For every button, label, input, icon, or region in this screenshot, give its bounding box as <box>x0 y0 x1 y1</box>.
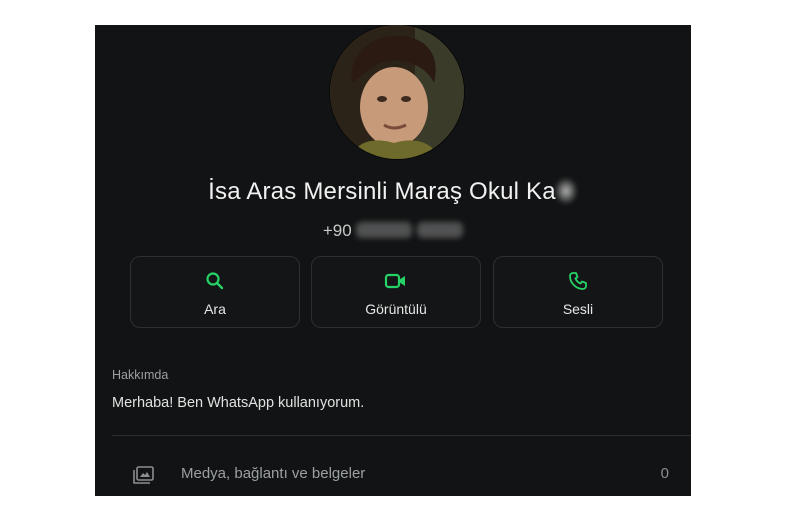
search-button[interactable]: Ara <box>130 256 300 328</box>
name-redaction <box>553 177 578 205</box>
media-label: Medya, bağlantı ve belgeler <box>181 465 366 482</box>
voice-call-label: Sesli <box>562 301 594 317</box>
profile-avatar[interactable] <box>330 25 464 159</box>
action-buttons: Ara Görüntülü Sesli <box>130 256 663 328</box>
contact-phone: +90 <box>95 221 691 241</box>
media-icon <box>132 465 156 485</box>
section-divider <box>112 435 691 436</box>
video-call-button[interactable]: Görüntülü <box>311 256 481 328</box>
contact-info-screen: İsa Aras Mersinli Maraş Okul Ka +90 Ara <box>95 25 691 496</box>
contact-name: İsa Aras Mersinli Maraş Okul Ka <box>95 177 691 206</box>
video-call-label: Görüntülü <box>365 301 427 317</box>
phone-icon <box>494 271 662 291</box>
search-button-label: Ara <box>204 301 226 317</box>
contact-name-text: İsa Aras Mersinli Maraş Okul Ka <box>208 178 556 205</box>
media-count: 0 <box>660 465 669 482</box>
video-icon <box>312 271 480 291</box>
phone-redaction-2 <box>417 222 464 238</box>
phone-redaction-1 <box>356 222 413 238</box>
about-text[interactable]: Merhaba! Ben WhatsApp kullanıyorum. <box>112 395 364 411</box>
phone-prefix: +90 <box>322 221 352 240</box>
about-title: Hakkımda <box>112 368 169 382</box>
voice-call-button[interactable]: Sesli <box>493 256 663 328</box>
media-links-docs-row[interactable]: Medya, bağlantı ve belgeler 0 <box>95 463 691 493</box>
avatar-photo <box>330 25 464 159</box>
search-icon <box>131 271 299 291</box>
